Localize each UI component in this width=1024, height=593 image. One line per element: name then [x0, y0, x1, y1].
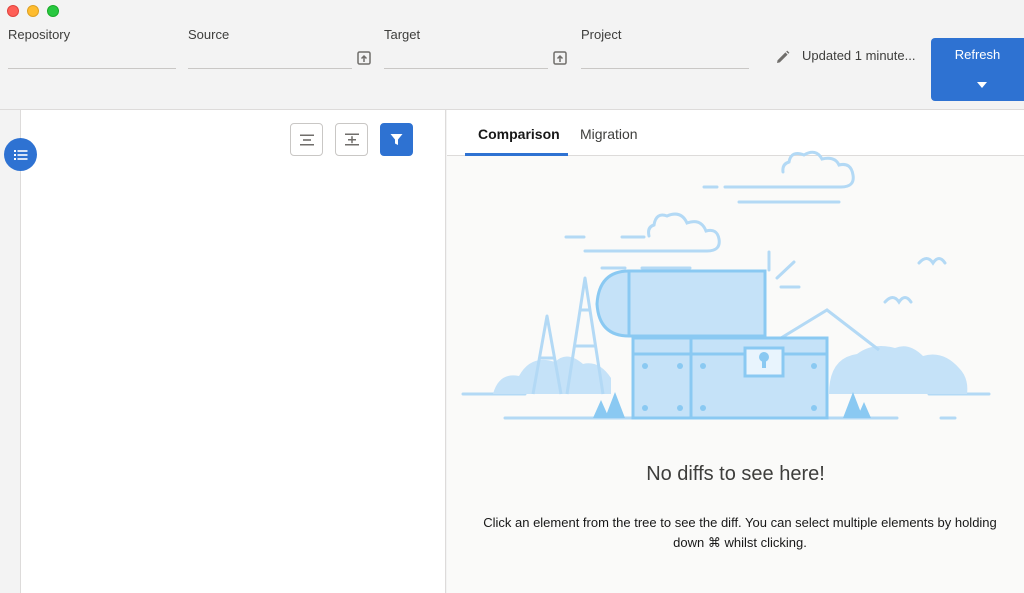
project-label: Project: [581, 27, 622, 42]
left-rail: [0, 110, 21, 593]
maximize-window-button[interactable]: [47, 5, 59, 17]
minimize-window-button[interactable]: [27, 5, 39, 17]
source-upload-icon[interactable]: [357, 51, 371, 65]
project-field: Project: [581, 27, 749, 69]
empty-state-title: No diffs to see here!: [646, 463, 825, 485]
element-tree-panel: [21, 110, 446, 593]
refresh-label: Refresh: [954, 47, 1001, 62]
updated-status-text: Updated 1 minute...: [802, 48, 916, 63]
close-window-button[interactable]: [7, 5, 19, 17]
expand-all-icon: [344, 133, 359, 146]
source-field: Source: [188, 27, 371, 69]
target-upload-icon[interactable]: [553, 51, 567, 65]
target-field: Target: [384, 27, 567, 69]
chevron-down-icon[interactable]: [977, 82, 987, 88]
target-label: Target: [384, 27, 421, 42]
repository-label: Repository: [8, 27, 71, 42]
source-input[interactable]: [188, 51, 352, 69]
refresh-button[interactable]: Refresh: [931, 38, 1024, 101]
list-toggle-button[interactable]: [4, 138, 37, 171]
empty-state-message: Click an element from the tree to see th…: [483, 515, 997, 550]
source-label: Source: [188, 27, 230, 42]
expand-all-button[interactable]: [335, 123, 368, 156]
target-input[interactable]: [384, 51, 548, 69]
project-input[interactable]: [581, 51, 749, 69]
toolbar-header: Repository Source Target Project Updated…: [0, 0, 1024, 110]
collapse-all-icon: [299, 134, 314, 145]
list-icon: [13, 149, 27, 160]
repository-input[interactable]: [8, 51, 176, 69]
filter-icon: [390, 134, 403, 145]
filter-button[interactable]: [380, 123, 413, 156]
collapse-all-button[interactable]: [290, 123, 323, 156]
treasure-chest-illustration: [461, 150, 991, 420]
diff-panel: Comparison Migration No diffs to see her…: [447, 110, 1024, 593]
edit-icon[interactable]: [775, 50, 790, 65]
repository-field: Repository: [8, 27, 176, 69]
